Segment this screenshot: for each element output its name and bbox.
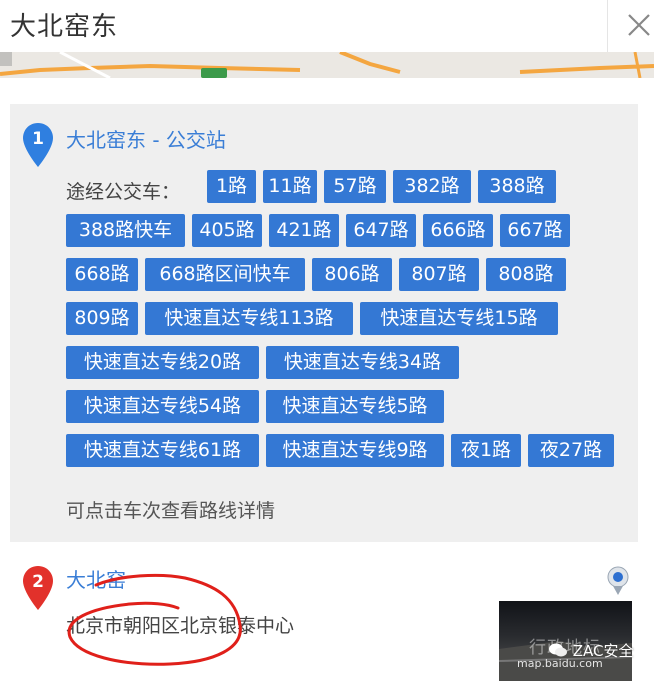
bus-route-chip[interactable]: 快速直达专线15路 xyxy=(360,302,558,335)
bus-stop-title-link[interactable]: 大北窑东 - 公交站 xyxy=(66,124,226,153)
bus-route-chip[interactable]: 快速直达专线54路 xyxy=(66,390,259,423)
bus-route-chip[interactable]: 666路 xyxy=(423,214,493,247)
search-query[interactable]: 大北窑东 xyxy=(10,6,118,43)
bus-route-chip[interactable]: 808路 xyxy=(486,258,566,291)
bus-route-chip[interactable]: 快速直达专线61路 xyxy=(66,434,259,467)
watermark: ZAC安全 xyxy=(548,640,634,661)
bus-route-chip[interactable]: 快速直达专线20路 xyxy=(66,346,259,379)
result-marker-2: 2 xyxy=(22,565,54,611)
bus-route-chip[interactable]: 807路 xyxy=(399,258,479,291)
bus-route-chip[interactable]: 快速直达专线9路 xyxy=(266,434,444,467)
bus-route-chip[interactable]: 667路 xyxy=(500,214,570,247)
bus-route-chip[interactable]: 806路 xyxy=(312,258,392,291)
place-address: 北京市朝阳区北京银泰中心 xyxy=(66,615,295,637)
bus-route-chip[interactable]: 夜1路 xyxy=(451,434,521,467)
header-divider xyxy=(607,0,608,52)
marker-number: 2 xyxy=(32,572,44,592)
routes-label: 途经公交车： xyxy=(66,181,181,203)
marker-number: 1 xyxy=(32,129,44,149)
bus-route-chip[interactable]: 快速直达专线34路 xyxy=(266,346,459,379)
search-header: 大北窑东 xyxy=(0,0,654,53)
bus-route-chip[interactable]: 1路 xyxy=(207,170,256,203)
bus-route-chip[interactable]: 57路 xyxy=(324,170,386,203)
watermark-text: ZAC安全 xyxy=(572,642,634,660)
bus-route-chip[interactable]: 夜27路 xyxy=(528,434,614,467)
bus-route-chip[interactable]: 405路 xyxy=(192,214,262,247)
bus-route-chip[interactable]: 382路 xyxy=(393,170,471,203)
bus-route-chip[interactable]: 668路区间快车 xyxy=(145,258,305,291)
bus-route-chip[interactable]: 388路 xyxy=(478,170,556,203)
bus-route-chip[interactable]: 388路快车 xyxy=(66,214,185,247)
place-title-link[interactable]: 大北窑 xyxy=(66,564,126,593)
hint-text: 可点击车次查看路线详情 xyxy=(66,500,276,522)
bus-route-chip[interactable]: 647路 xyxy=(346,214,416,247)
location-pin-button[interactable] xyxy=(607,566,629,596)
map-preview[interactable] xyxy=(0,52,654,78)
close-icon xyxy=(628,14,650,36)
bus-route-chip[interactable]: 快速直达专线113路 xyxy=(145,302,353,335)
bus-route-chip[interactable]: 11路 xyxy=(263,170,317,203)
wechat-icon xyxy=(549,643,567,657)
bus-route-chip[interactable]: 668路 xyxy=(66,258,138,291)
result-card-bus-stop: 1 大北窑东 - 公交站 途经公交车： 1路 11路 57路 382路 388路 388路… xyxy=(10,104,638,542)
close-button[interactable] xyxy=(620,6,654,40)
bus-route-chip[interactable]: 快速直达专线5路 xyxy=(266,390,444,423)
bus-route-chip[interactable]: 421路 xyxy=(269,214,339,247)
result-marker-1: 1 xyxy=(22,122,54,168)
bus-route-chip[interactable]: 809路 xyxy=(66,302,138,335)
location-pin-icon xyxy=(607,566,629,595)
